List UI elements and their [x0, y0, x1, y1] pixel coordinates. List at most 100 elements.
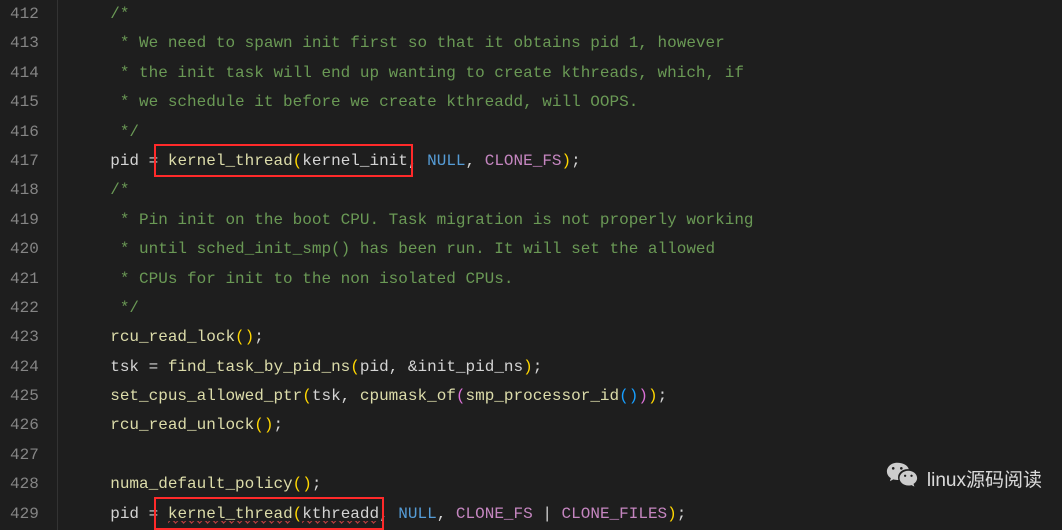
code-line[interactable]: /*: [72, 0, 1062, 29]
code-line[interactable]: * the init task will end up wanting to c…: [72, 59, 1062, 88]
code-line[interactable]: * CPUs for init to the non isolated CPUs…: [72, 265, 1062, 294]
code-token: kernel_thread: [168, 152, 293, 170]
line-number: 417: [10, 147, 39, 176]
code-token: */: [72, 123, 139, 141]
code-token: ): [302, 475, 312, 493]
line-number: 423: [10, 323, 39, 352]
code-token: ,: [379, 505, 398, 523]
code-line[interactable]: */: [72, 294, 1062, 323]
code-token: pid: [360, 358, 389, 376]
code-token: (: [293, 505, 303, 523]
code-line[interactable]: [72, 441, 1062, 470]
code-token: kernel_init: [302, 152, 408, 170]
code-token: kernel_thread: [168, 505, 293, 524]
line-number: 414: [10, 59, 39, 88]
code-token: numa_default_policy: [110, 475, 292, 493]
code-token: * we schedule it before we create kthrea…: [72, 93, 639, 111]
code-token: ): [667, 505, 677, 523]
code-token: CLONE_FS: [456, 505, 533, 523]
code-token: [72, 181, 110, 199]
code-token: pid: [110, 152, 139, 170]
line-number: 428: [10, 470, 39, 499]
code-token: ,: [466, 152, 485, 170]
code-token: ;: [273, 416, 283, 434]
code-token: find_task_by_pid_ns: [168, 358, 350, 376]
code-token: ,: [341, 387, 360, 405]
code-line[interactable]: /*: [72, 176, 1062, 205]
code-token: tsk: [110, 358, 139, 376]
code-token: [72, 358, 110, 376]
code-token: ): [523, 358, 533, 376]
code-line[interactable]: rcu_read_unlock();: [72, 411, 1062, 440]
code-line[interactable]: * we schedule it before we create kthrea…: [72, 88, 1062, 117]
code-token: * We need to spawn init first so that it…: [72, 34, 725, 52]
line-number-gutter: 4124134144154164174184194204214224234244…: [0, 0, 58, 530]
code-line[interactable]: pid = kernel_thread(kernel_init, NULL, C…: [72, 147, 1062, 176]
code-token: =: [139, 505, 168, 523]
code-token: cpumask_of: [360, 387, 456, 405]
line-number: 426: [10, 411, 39, 440]
line-number: 421: [10, 265, 39, 294]
line-number: 420: [10, 235, 39, 264]
code-token: [72, 152, 110, 170]
code-token: /*: [110, 181, 129, 199]
code-token: ;: [658, 387, 668, 405]
code-token: [72, 505, 110, 523]
code-token: (: [350, 358, 360, 376]
code-token: tsk: [312, 387, 341, 405]
code-token: =: [139, 358, 168, 376]
code-token: ): [629, 387, 639, 405]
code-line[interactable]: */: [72, 118, 1062, 147]
code-token: ;: [533, 358, 543, 376]
line-number: 416: [10, 118, 39, 147]
line-number: 418: [10, 176, 39, 205]
code-token: rcu_read_unlock: [110, 416, 254, 434]
code-token: [72, 5, 110, 23]
code-token: CLONE_FS: [485, 152, 562, 170]
code-token: (: [456, 387, 466, 405]
code-token: (: [302, 387, 312, 405]
code-line[interactable]: tsk = find_task_by_pid_ns(pid, &init_pid…: [72, 353, 1062, 382]
code-token: ,: [437, 505, 456, 523]
code-token: NULL: [398, 505, 436, 523]
code-token: [72, 475, 110, 493]
code-token: */: [72, 299, 139, 317]
line-number: 425: [10, 382, 39, 411]
line-number: 419: [10, 206, 39, 235]
code-token: ): [638, 387, 648, 405]
line-number: 413: [10, 29, 39, 58]
code-token: ,: [408, 152, 427, 170]
code-line[interactable]: * until sched_init_smp() has been run. I…: [72, 235, 1062, 264]
code-token: [72, 328, 110, 346]
line-number: 415: [10, 88, 39, 117]
code-line[interactable]: pid = kernel_thread(kthreadd, NULL, CLON…: [72, 500, 1062, 529]
line-number: 429: [10, 500, 39, 529]
code-token: [72, 446, 82, 464]
code-token: ): [245, 328, 255, 346]
code-token: * until sched_init_smp() has been run. I…: [72, 240, 715, 258]
code-token: ;: [312, 475, 322, 493]
code-token: pid: [110, 505, 139, 523]
code-token: , &: [389, 358, 418, 376]
code-token: (: [293, 152, 303, 170]
code-token: ): [562, 152, 572, 170]
code-line[interactable]: rcu_read_lock();: [72, 323, 1062, 352]
code-token: |: [533, 505, 562, 523]
code-line[interactable]: * We need to spawn init first so that it…: [72, 29, 1062, 58]
code-token: ;: [254, 328, 264, 346]
code-token: (: [293, 475, 303, 493]
code-token: * CPUs for init to the non isolated CPUs…: [72, 270, 514, 288]
code-line[interactable]: numa_default_policy();: [72, 470, 1062, 499]
code-editor[interactable]: 4124134144154164174184194204214224234244…: [0, 0, 1062, 530]
code-area[interactable]: /* * We need to spawn init first so that…: [58, 0, 1062, 530]
code-token: CLONE_FILES: [562, 505, 668, 523]
code-token: kthreadd: [302, 505, 379, 524]
code-token: NULL: [427, 152, 465, 170]
code-token: ;: [571, 152, 581, 170]
code-token: * the init task will end up wanting to c…: [72, 64, 744, 82]
code-line[interactable]: set_cpus_allowed_ptr(tsk, cpumask_of(smp…: [72, 382, 1062, 411]
code-token: (: [619, 387, 629, 405]
code-token: (: [254, 416, 264, 434]
code-token: ): [648, 387, 658, 405]
code-line[interactable]: * Pin init on the boot CPU. Task migrati…: [72, 206, 1062, 235]
